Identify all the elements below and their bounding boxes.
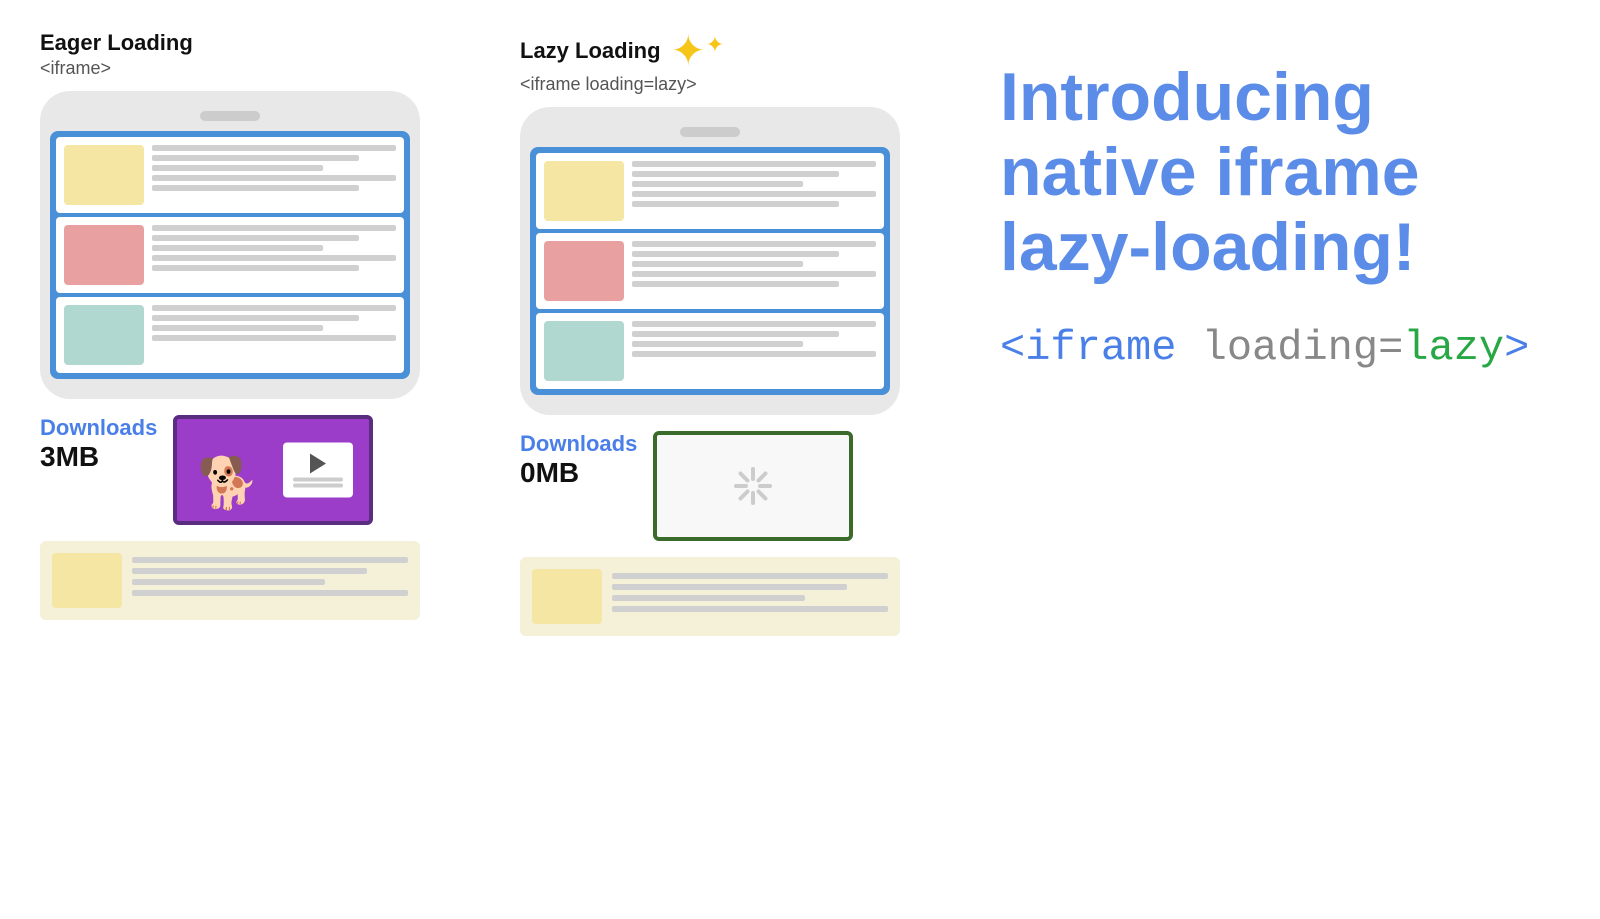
sparkle-decoration: ✦✦ (671, 30, 725, 72)
main-container: Eager Loading <iframe> (0, 0, 1600, 919)
code-lazy-kw: lazy (1403, 324, 1504, 372)
lazy-below-item (520, 557, 900, 636)
intro-heading-line2: native iframe (1000, 134, 1420, 210)
lazy-below-fold-img (532, 569, 602, 624)
lazy-iframe-placeholder (653, 431, 853, 541)
eager-section-1 (56, 137, 404, 213)
below-fold-img (52, 553, 122, 608)
eager-section-2 (56, 217, 404, 293)
lazy-screen (530, 147, 890, 395)
eager-screen (50, 131, 410, 379)
intro-section: Introducing native iframe lazy-loading! … (1000, 30, 1560, 372)
intro-heading: Introducing native iframe lazy-loading! (1000, 60, 1560, 284)
sparkle-small-icon: ✦ (706, 32, 724, 57)
lazy-label-row: Lazy Loading ✦✦ <iframe loading=lazy> (520, 30, 724, 95)
eager-iframe-preview: 🐕 (173, 415, 373, 525)
intro-code-line: <iframe loading=lazy> (1000, 324, 1560, 372)
eager-img-3 (64, 305, 144, 365)
eager-phone (40, 91, 420, 399)
eager-content-3 (152, 305, 396, 341)
eager-downloads-row: Downloads 3MB 🐕 (40, 415, 373, 525)
eager-section-3 (56, 297, 404, 373)
code-loading-kw: loading (1202, 324, 1378, 372)
lazy-subtitle: <iframe loading=lazy> (520, 74, 724, 95)
intro-heading-line3: lazy-loading! (1000, 209, 1416, 285)
eager-downloads-amount: 3MB (40, 441, 157, 473)
lazy-downloads-row: Downloads 0MB (520, 431, 853, 541)
video-preview (283, 443, 353, 498)
eager-label-row: Eager Loading <iframe> (40, 30, 193, 79)
lazy-downloads-amount: 0MB (520, 457, 637, 489)
code-close-bracket: > (1504, 324, 1529, 372)
eager-below-item (40, 541, 420, 620)
lazy-section-1 (536, 153, 884, 229)
eager-subtitle: <iframe> (40, 58, 193, 79)
lazy-downloads-info: Downloads 0MB (520, 431, 637, 489)
intro-heading-line1: Introducing (1000, 59, 1374, 135)
loading-spinner-icon (728, 461, 778, 511)
code-iframe-bracket: <iframe (1000, 324, 1202, 372)
lazy-section-2 (536, 233, 884, 309)
eager-downloads-label: Downloads (40, 415, 157, 441)
lazy-below-fold (520, 557, 900, 636)
lazy-downloads-label: Downloads (520, 431, 637, 457)
intro-content: Introducing native iframe lazy-loading! … (1000, 60, 1560, 372)
eager-title: Eager Loading (40, 30, 193, 56)
phone-notch (200, 111, 260, 121)
code-equals: = (1378, 324, 1403, 372)
sparkle-big-icon: ✦ (671, 27, 706, 74)
eager-downloads-info: Downloads 3MB (40, 415, 157, 473)
dog-icon: 🐕 (197, 454, 259, 513)
eager-content-1 (152, 145, 396, 191)
lazy-content-1 (632, 161, 876, 207)
eager-content-2 (152, 225, 396, 271)
lazy-content-2 (632, 241, 876, 287)
lazy-phone (520, 107, 900, 415)
lazy-loading-section: Lazy Loading ✦✦ <iframe loading=lazy> (520, 30, 940, 636)
lazy-img-2 (544, 241, 624, 301)
lazy-title: Lazy Loading (520, 38, 661, 64)
eager-img-1 (64, 145, 144, 205)
play-icon (310, 453, 326, 473)
lazy-phone-notch (680, 127, 740, 137)
eager-loading-section: Eager Loading <iframe> (40, 30, 460, 620)
lazy-content-3 (632, 321, 876, 357)
lazy-section-3 (536, 313, 884, 389)
lazy-img-3 (544, 321, 624, 381)
eager-img-2 (64, 225, 144, 285)
lazy-img-1 (544, 161, 624, 221)
eager-below-fold (40, 541, 420, 620)
